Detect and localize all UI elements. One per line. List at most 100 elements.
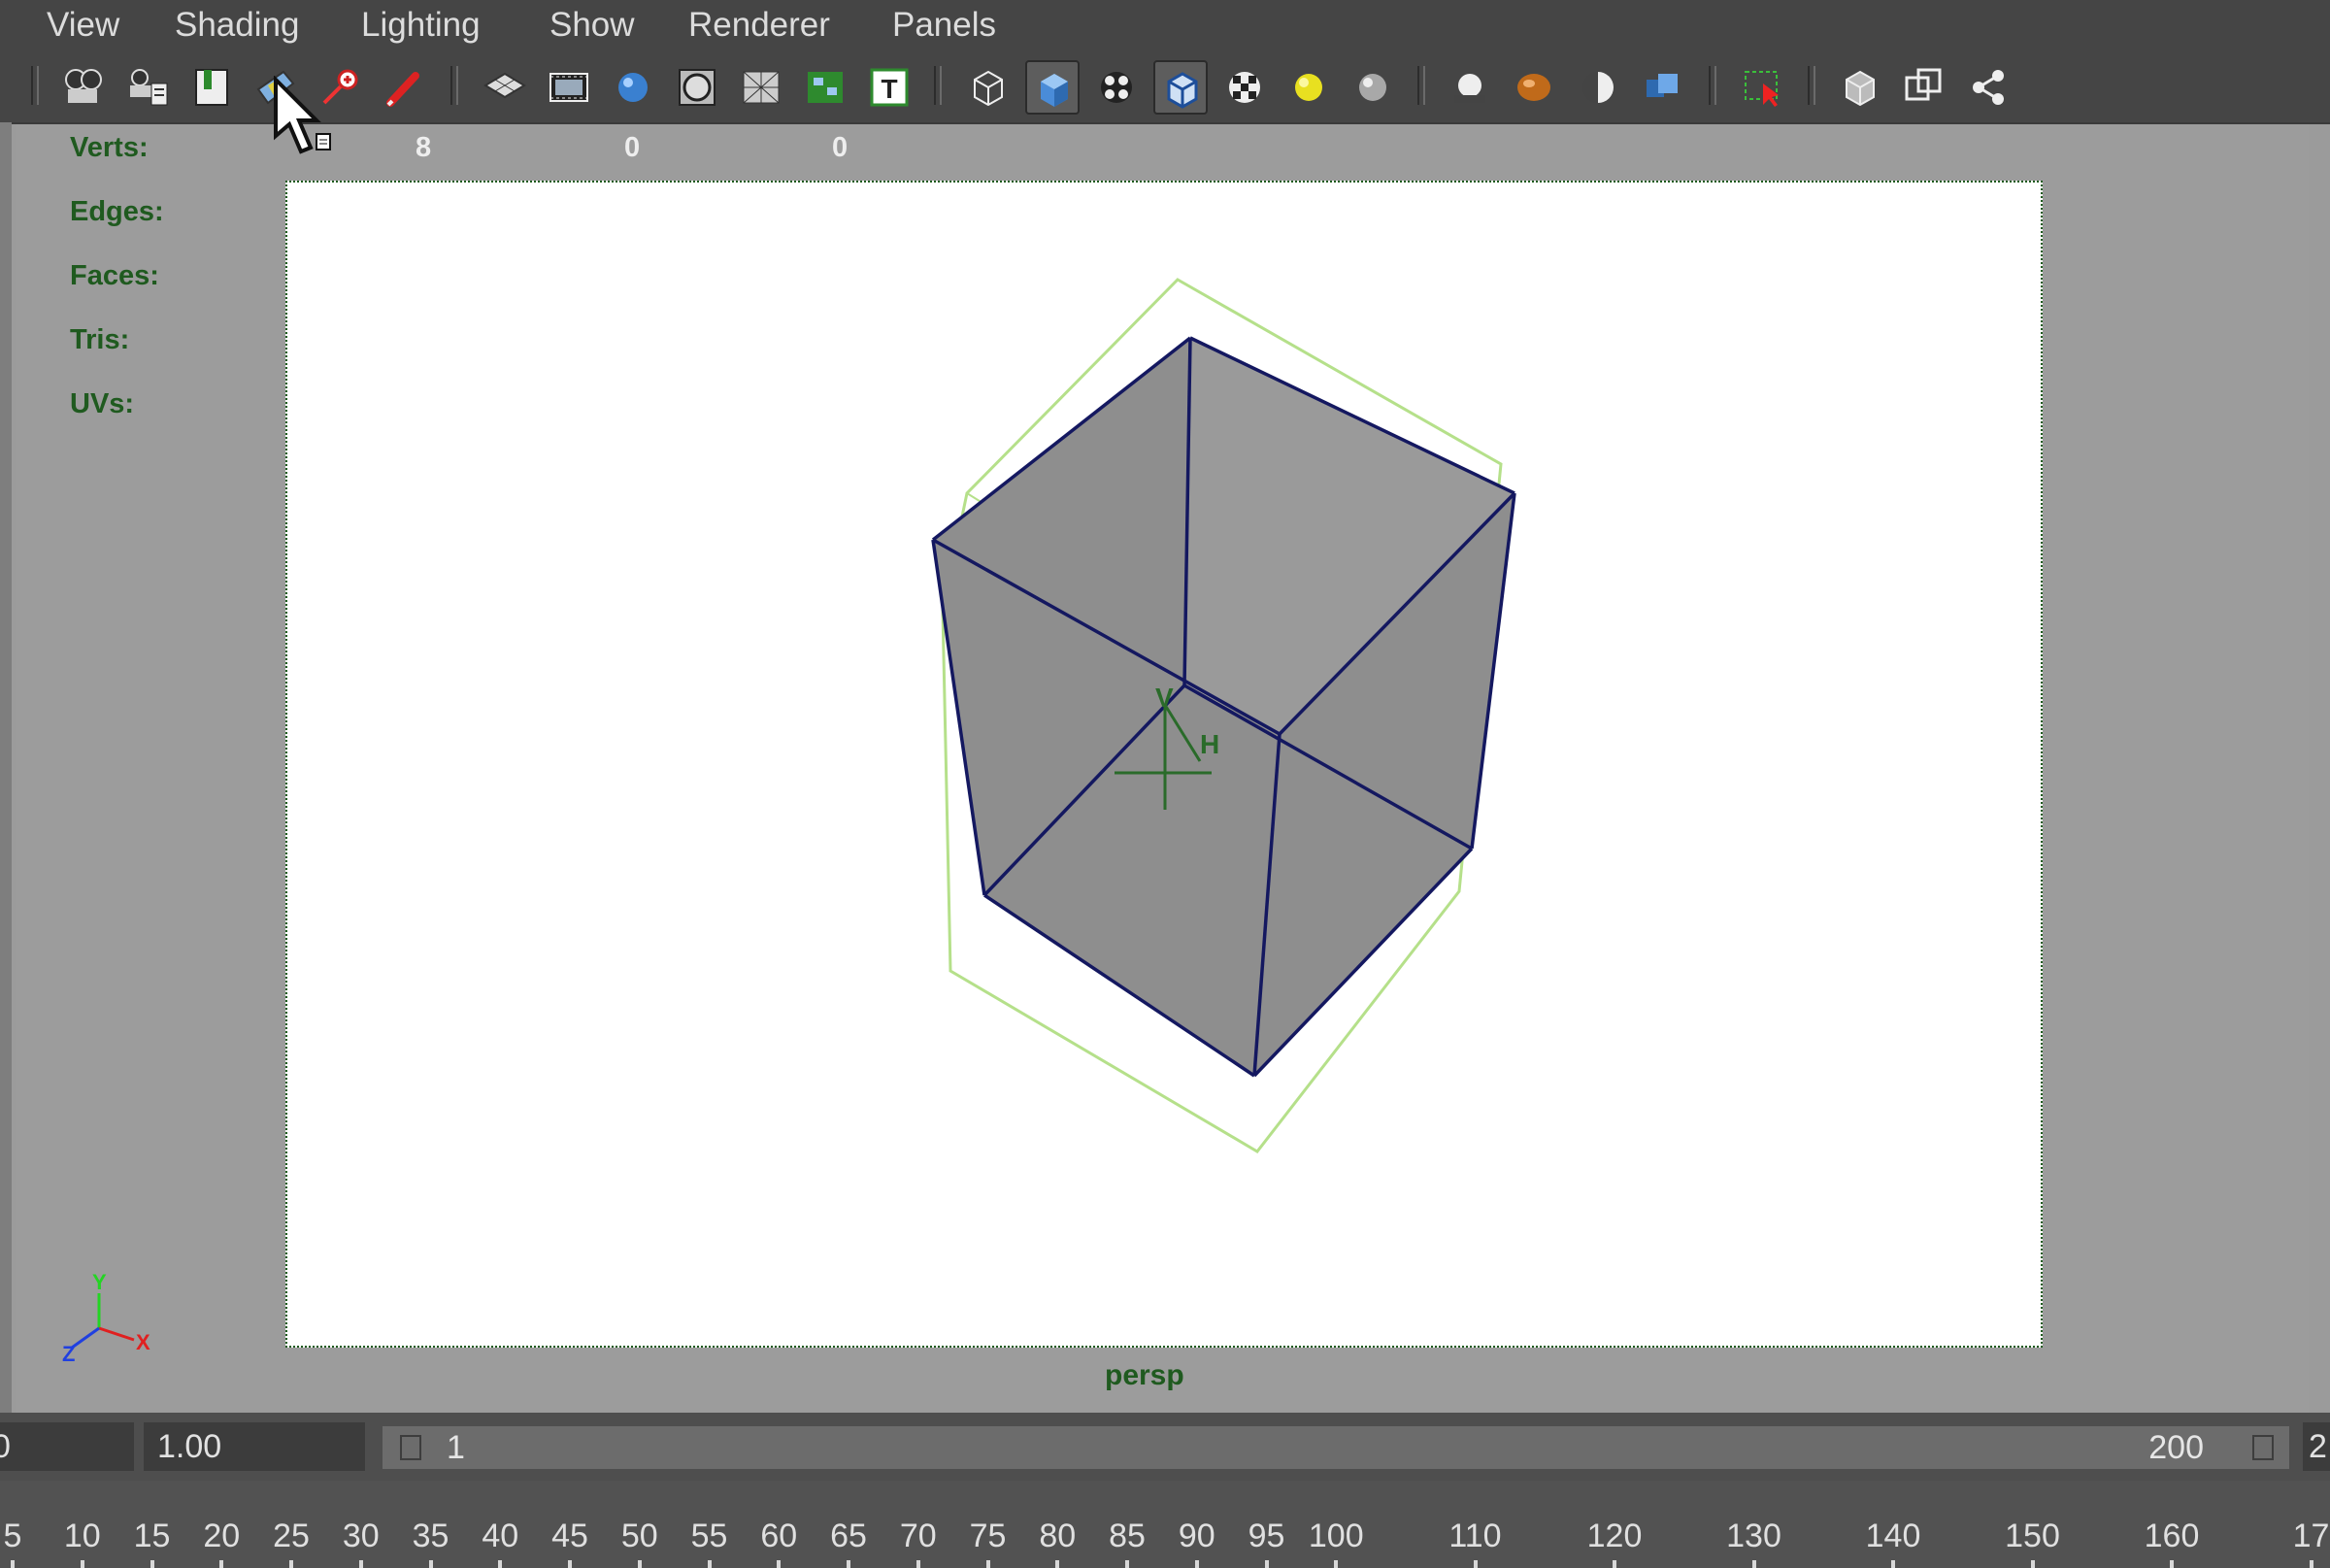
view-axis-indicator: Y X Z: [62, 1270, 150, 1366]
timeline-tick-label: 70: [899, 1518, 937, 1554]
timeline-tick-mark: [707, 1560, 712, 1568]
timeline-tick-label: 85: [1109, 1518, 1146, 1554]
timeline-tick-label: 95: [1248, 1518, 1285, 1554]
timeline-tick-label: 160: [2144, 1518, 2200, 1554]
panel-toolbar: T: [0, 52, 2330, 124]
hud-tris-label: Tris:: [70, 324, 130, 355]
timeline-tick-mark: [11, 1560, 15, 1568]
hud-edges-label: Edges:: [70, 196, 164, 227]
camera-attributes-icon[interactable]: [120, 60, 175, 115]
timeline-tick-label: 20: [203, 1518, 241, 1554]
shadows-icon[interactable]: [1346, 60, 1400, 115]
select-camera-icon[interactable]: [56, 60, 111, 115]
smooth-shade-all-icon[interactable]: [1025, 60, 1080, 115]
range-end-handle[interactable]: [2252, 1435, 2274, 1460]
timeline-tick-mark: [1264, 1560, 1269, 1568]
camera-name-label: persp: [1105, 1359, 1184, 1391]
hud-verts-selected: 0: [624, 132, 641, 163]
scene-canvas[interactable]: V H: [287, 183, 2041, 1346]
timeline-tick-label: 40: [482, 1518, 519, 1554]
timeline-tick-label: 75: [969, 1518, 1007, 1554]
animation-start-field[interactable]: 0: [0, 1422, 134, 1471]
timeline-tick-label: 30: [342, 1518, 380, 1554]
timeline-tick-mark: [1125, 1560, 1129, 1568]
motion-blur-icon[interactable]: [1507, 60, 1561, 115]
menu-renderer[interactable]: Renderer: [688, 6, 830, 45]
toolbar-separator: [31, 66, 39, 105]
gate-mask-icon[interactable]: [670, 60, 724, 115]
timeline-tick-label: 65: [830, 1518, 867, 1554]
menu-shading[interactable]: Shading: [175, 6, 299, 45]
timeline-tick-mark: [777, 1560, 782, 1568]
hud-verts-other: 0: [832, 132, 849, 163]
toolbar-separator: [1808, 66, 1815, 105]
isolate-select-icon[interactable]: [1736, 60, 1790, 115]
timeline-tick-mark: [1751, 1560, 1756, 1568]
svg-text:T: T: [881, 74, 897, 104]
timeline-tick-mark: [289, 1560, 293, 1568]
timeline-tick-mark: [568, 1560, 572, 1568]
wireframe-icon[interactable]: [961, 60, 1015, 115]
timeline-tick-mark: [847, 1560, 850, 1568]
safe-action-icon[interactable]: [798, 60, 852, 115]
menu-show[interactable]: Show: [549, 6, 635, 45]
timeline-tick-mark: [915, 1560, 920, 1568]
timeline-tick-label: 5: [3, 1518, 22, 1554]
toolbar-separator: [934, 66, 942, 105]
playback-speed-field[interactable]: 1.00: [144, 1422, 365, 1471]
panel-left-border: [0, 122, 12, 1414]
field-chart-icon[interactable]: [734, 60, 788, 115]
axis-z-label: Z: [62, 1342, 75, 1366]
depth-of-field-icon[interactable]: [1635, 60, 1689, 115]
safe-title-icon[interactable]: T: [862, 60, 916, 115]
persp-viewport[interactable]: V H: [285, 181, 2043, 1348]
playback-range-slider[interactable]: 1 200: [383, 1426, 2289, 1469]
timeline-tick-mark: [2309, 1560, 2313, 1568]
grid-icon[interactable]: [478, 60, 532, 115]
timeline-tick-mark: [1194, 1560, 1199, 1568]
xray-icon[interactable]: [1153, 60, 1208, 115]
grease-pencil-icon[interactable]: [377, 60, 431, 115]
pivot-v-label: V: [1155, 683, 1174, 713]
menu-panels[interactable]: Panels: [892, 6, 996, 45]
timeline-tick-mark: [2030, 1560, 2035, 1568]
timeline-tick-mark: [1334, 1560, 1339, 1568]
timeline-tick-label: 100: [1308, 1518, 1364, 1554]
bookmarks-icon[interactable]: [184, 60, 239, 115]
timeline-tick-label: 110: [1448, 1518, 1502, 1554]
xray-active-components-icon[interactable]: [1897, 60, 1951, 115]
time-slider[interactable]: 5 10 15 20 25 30 35 40 45 50 55 60 65 70 75 80 85 90 95 100…: [0, 1481, 2330, 1568]
timeline-tick-label: 150: [2005, 1518, 2060, 1554]
timeline-tick-mark: [80, 1560, 84, 1568]
axis-x-label: X: [136, 1330, 150, 1354]
use-all-lights-icon[interactable]: [1282, 60, 1336, 115]
playback-end-field[interactable]: 2: [2303, 1422, 2330, 1471]
multisample-antialiasing-icon[interactable]: [1571, 60, 1625, 115]
timeline-tick-mark: [428, 1560, 433, 1568]
toolbar-separator: [1709, 66, 1716, 105]
timeline-tick-mark: [1473, 1560, 1478, 1568]
screen-space-ambient-occlusion-icon[interactable]: [1443, 60, 1497, 115]
timeline-tick-label: 130: [1726, 1518, 1781, 1554]
menu-lighting[interactable]: Lighting: [361, 6, 481, 45]
textured-icon[interactable]: [1217, 60, 1272, 115]
timeline-tick-mark: [358, 1560, 363, 1568]
timeline-tick-label: 50: [620, 1518, 658, 1554]
menu-view[interactable]: View: [47, 6, 119, 45]
timeline-tick-mark: [2170, 1560, 2174, 1568]
range-start-handle[interactable]: [400, 1435, 421, 1460]
timeline-tick-label: 25: [273, 1518, 310, 1554]
hud-verts-label: Verts:: [70, 132, 149, 163]
xray-joints-icon[interactable]: [1833, 60, 1887, 115]
mouse-cursor-icon: [274, 76, 331, 154]
timeline-tick-mark: [219, 1560, 224, 1568]
timeline-tick-label: 140: [1865, 1518, 1921, 1554]
wireframe-on-shaded-icon[interactable]: [1089, 60, 1144, 115]
film-gate-icon[interactable]: [542, 60, 596, 115]
node-editor-icon[interactable]: [1961, 60, 2015, 115]
toolbar-separator: [450, 66, 458, 105]
timeline-tick-mark: [1613, 1560, 1616, 1568]
timeline-tick-label: 35: [412, 1518, 449, 1554]
timeline-tick-mark: [150, 1560, 154, 1568]
resolution-gate-icon[interactable]: [606, 60, 660, 115]
